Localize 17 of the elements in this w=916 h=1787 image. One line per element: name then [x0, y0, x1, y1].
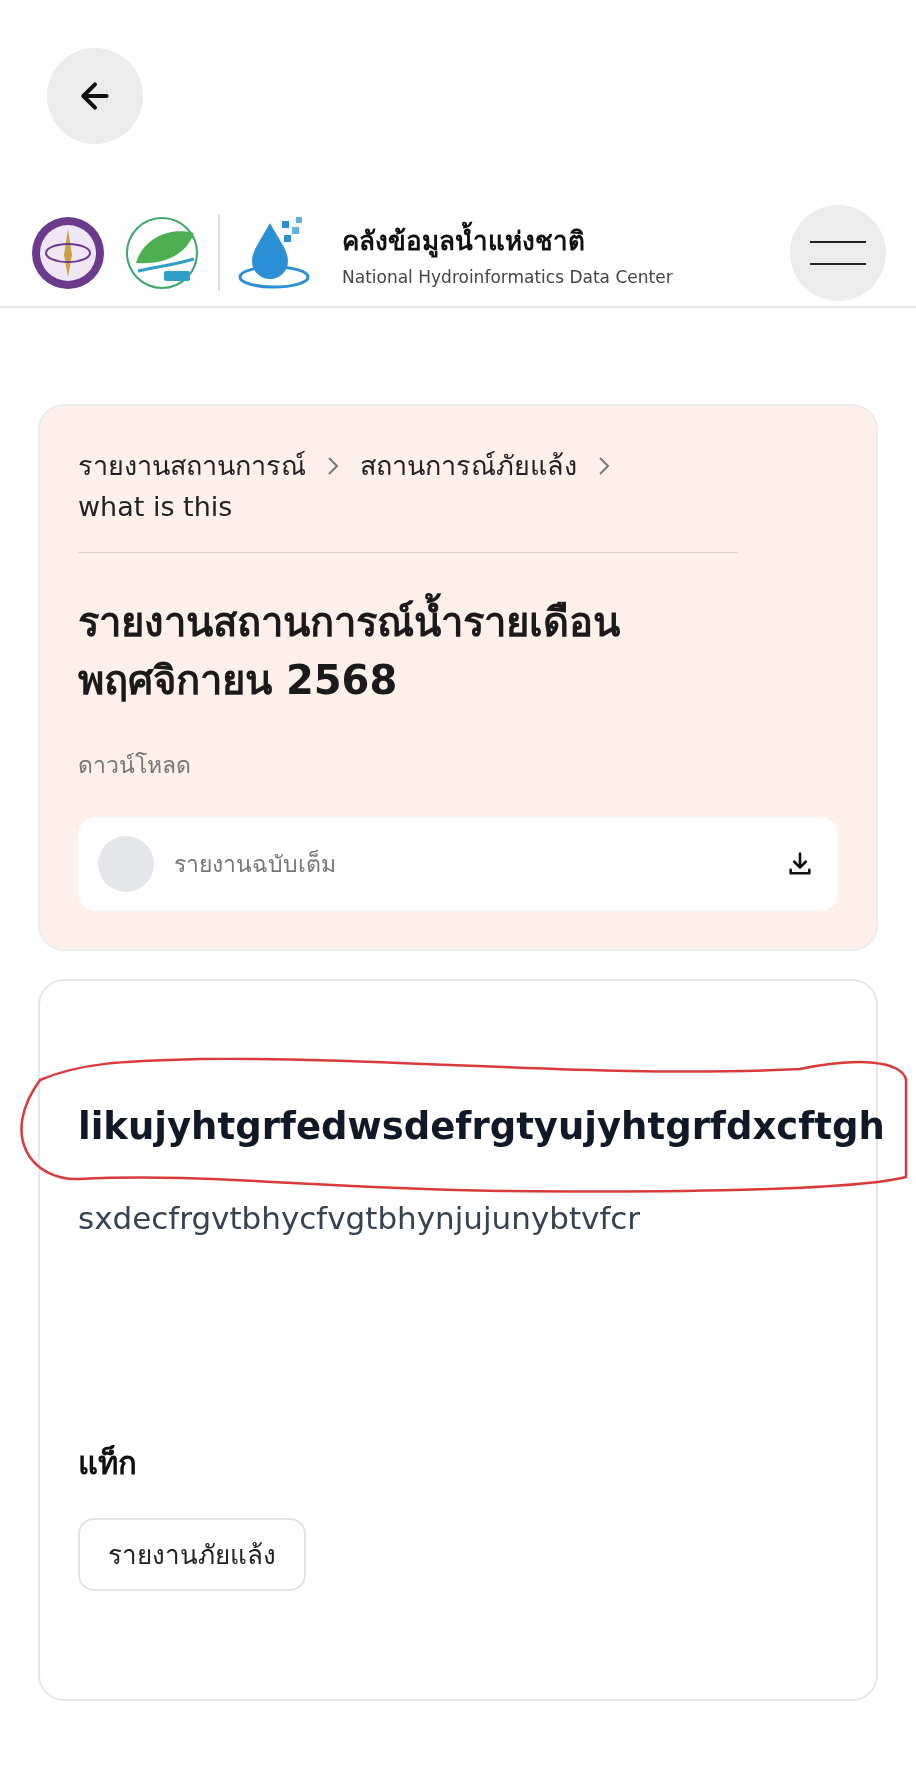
download-icon[interactable] — [786, 850, 814, 878]
site-subtitle: National Hydroinformatics Data Center — [342, 266, 674, 287]
tags-label: แท็ก — [78, 1444, 138, 1483]
chevron-right-icon — [597, 454, 611, 477]
breadcrumb-link[interactable]: รายงานสถานการณ์ — [78, 444, 306, 487]
file-download-row[interactable]: รายงานฉบับเต็ม — [78, 817, 838, 911]
chevron-right-icon — [326, 454, 340, 477]
site-title: คลังข้อมูลน้ำแห่งชาติ — [342, 219, 790, 261]
detail-heading: likujyhtgrfedwsdefrgtyujyhtgrfdxcftgh — [78, 1105, 885, 1148]
breadcrumb-link[interactable]: สถานการณ์ภัยแล้ง — [360, 444, 577, 487]
detail-description: sxdecfrgvtbhycfvgtbhynjujunybtvfcr — [78, 1200, 642, 1236]
tag-chip[interactable]: รายงานภัยแล้ง — [78, 1518, 306, 1591]
report-title: รายงานสถานการณ์น้ำรายเดือน พฤศจิกายน 2568 — [78, 593, 738, 709]
breadcrumb-link[interactable]: what is this — [78, 491, 233, 522]
file-icon — [98, 836, 154, 892]
download-label: ดาวน์โหลด — [78, 751, 192, 780]
file-name: รายงานฉบับเต็ม — [174, 848, 337, 879]
